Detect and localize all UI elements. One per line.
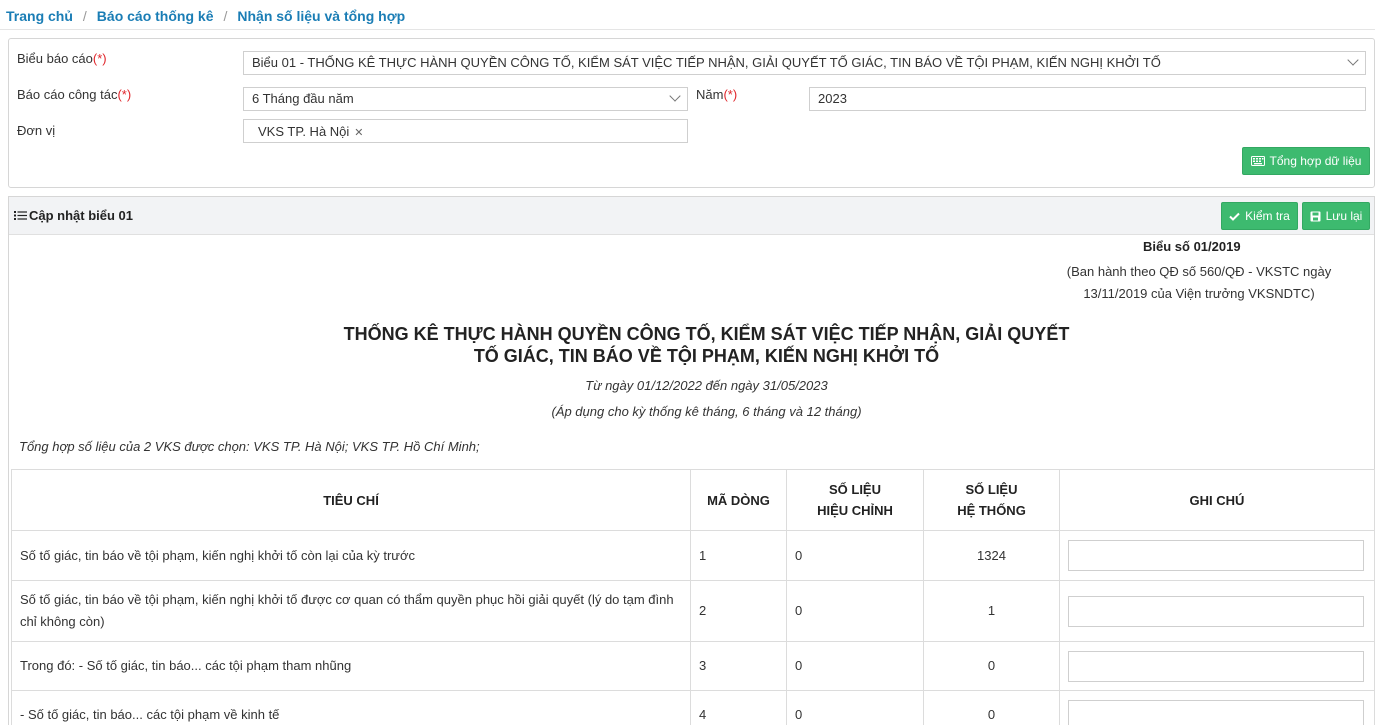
form-issued-line: 13/11/2019 của Viện trưởng VKSNDTC) (1083, 286, 1315, 301)
update-panel: Cập nhật biểu 01 Kiểm tra Lưu lại Biểu s… (8, 196, 1375, 725)
criteria-cell: - Số tố giác, tin báo... các tội phạm về… (11, 690, 691, 725)
table-row: Trong đó: - Số tố giác, tin báo... các t… (11, 641, 1375, 691)
table-header-row: TIÊU CHÍ MÃ DÒNG SỐ LIỆU HIỆU CHỈNH SỐ LI… (11, 469, 1375, 531)
report-form-label: Biểu báo cáo(*) (17, 51, 107, 66)
save-button-label: Lưu lại (1325, 209, 1363, 223)
system-value-cell: 1324 (923, 530, 1060, 581)
column-header-criteria: TIÊU CHÍ (11, 469, 691, 531)
system-value-cell: 0 (923, 690, 1060, 725)
required-mark: (*) (92, 51, 107, 66)
report-form-select[interactable]: Biểu 01 - THỐNG KÊ THỰC HÀNH QUYỀN CÔNG … (243, 51, 1366, 75)
system-value-cell: 1 (923, 580, 1060, 642)
note-input[interactable] (1068, 699, 1364, 725)
report-title-line: TỐ GIÁC, TIN BÁO VỀ TỘI PHẠM, KIẾN NGHỊ … (473, 346, 940, 366)
report-title-line: THỐNG KÊ THỰC HÀNH QUYỀN CÔNG TỐ, KIỂM S… (343, 324, 1070, 344)
save-icon (1310, 211, 1321, 221)
table-row: Số tố giác, tin báo về tội phạm, kiến ng… (11, 530, 1375, 581)
unit-tag: VKS TP. Hà Nội ✕ (248, 122, 368, 141)
note-cell (1059, 690, 1375, 725)
divider (0, 29, 1375, 30)
row-code-cell: 2 (690, 580, 787, 642)
aggregate-data-button-label: Tổng hợp dữ liệu (1269, 154, 1362, 168)
note-input[interactable] (1068, 595, 1364, 627)
breadcrumb-reports-link[interactable]: Báo cáo thống kê (97, 8, 214, 24)
report-summary: Tổng hợp số liệu của 2 VKS được chọn: VK… (19, 439, 480, 454)
chevron-down-icon (1347, 54, 1359, 66)
form-number: Biểu số 01/2019 (1143, 239, 1241, 254)
note-input[interactable] (1068, 540, 1364, 571)
save-button[interactable]: Lưu lại (1302, 202, 1370, 230)
row-code-cell: 1 (690, 530, 787, 581)
adjusted-value-cell[interactable]: 0 (786, 580, 924, 642)
breadcrumb-separator: / (223, 8, 228, 24)
period-select-value: 6 Tháng đầu năm (252, 91, 354, 106)
keyboard-icon (1250, 156, 1265, 166)
period-select[interactable]: 6 Tháng đầu năm (243, 87, 688, 111)
form-issued-note: (Ban hành theo QĐ số 560/QĐ - VKSTC ngày… (1039, 261, 1359, 305)
unit-tag-label: VKS TP. Hà Nội (258, 124, 350, 139)
chevron-down-icon (669, 90, 681, 102)
row-code-cell: 4 (690, 690, 787, 725)
required-mark: (*) (723, 87, 738, 102)
breadcrumb-separator: / (82, 8, 87, 24)
criteria-cell: Trong đó: - Số tố giác, tin báo... các t… (11, 641, 691, 691)
aggregate-data-button[interactable]: Tổng hợp dữ liệu (1242, 147, 1370, 175)
filter-panel: Biểu báo cáo(*) Biểu 01 - THỐNG KÊ THỰC … (8, 38, 1375, 188)
update-panel-title: Cập nhật biểu 01 (14, 208, 133, 223)
column-header-adjusted: SỐ LIỆU HIỆU CHỈNH (786, 469, 924, 531)
report-body: Biểu số 01/2019 (Ban hành theo QĐ số 560… (9, 235, 1375, 725)
update-panel-title-text: Cập nhật biểu 01 (29, 208, 134, 223)
note-cell (1059, 641, 1375, 691)
adjusted-value-cell[interactable]: 0 (786, 641, 924, 691)
column-header-row-code: MÃ DÒNG (690, 469, 787, 531)
year-input[interactable]: 2023 (809, 87, 1366, 111)
report-title: THỐNG KÊ THỰC HÀNH QUYỀN CÔNG TỐ, KIỂM S… (9, 323, 1374, 367)
report-form-label-text: Biểu báo cáo (17, 51, 93, 66)
year-label-text: Năm (696, 87, 724, 102)
adjusted-value-cell[interactable]: 0 (786, 690, 924, 725)
check-button[interactable]: Kiểm tra (1221, 202, 1298, 230)
period-label: Báo cáo công tác(*) (17, 87, 131, 102)
year-label: Năm(*) (696, 87, 737, 102)
report-apply-note: (Áp dụng cho kỳ thống kê tháng, 6 tháng … (551, 404, 862, 419)
note-input[interactable] (1068, 650, 1364, 682)
column-header-note: GHI CHÚ (1059, 469, 1375, 531)
update-panel-header: Cập nhật biểu 01 Kiểm tra Lưu lại (9, 197, 1374, 235)
column-header-adjusted-line: SỐ LIỆU (828, 482, 881, 497)
check-icon (1229, 212, 1240, 221)
column-header-system-line: HỆ THỐNG (957, 503, 1026, 518)
list-icon (14, 211, 27, 220)
table-row: Số tố giác, tin báo về tội phạm, kiến ng… (11, 580, 1375, 642)
unit-label: Đơn vị (17, 123, 56, 138)
period-label-text: Báo cáo công tác (17, 87, 118, 102)
note-cell (1059, 580, 1375, 642)
adjusted-value-cell[interactable]: 0 (786, 530, 924, 581)
breadcrumb: Trang chủ / Báo cáo thống kê / Nhận số l… (6, 6, 405, 26)
criteria-cell: Số tố giác, tin báo về tội phạm, kiến ng… (11, 530, 691, 581)
report-table: TIÊU CHÍ MÃ DÒNG SỐ LIỆU HIỆU CHỈNH SỐ LI… (11, 469, 1375, 725)
report-period: Từ ngày 01/12/2022 đến ngày 31/05/2023 (585, 378, 828, 393)
criteria-cell: Số tố giác, tin báo về tội phạm, kiến ng… (11, 580, 691, 642)
system-value-cell: 0 (923, 641, 1060, 691)
form-issued-line: (Ban hành theo QĐ số 560/QĐ - VKSTC ngày (1066, 264, 1332, 279)
breadcrumb-home-link[interactable]: Trang chủ (6, 8, 73, 24)
breadcrumb-current-link[interactable]: Nhận số liệu và tổng hợp (237, 8, 405, 24)
unit-multiselect[interactable]: VKS TP. Hà Nội ✕ (243, 119, 688, 143)
row-code-cell: 3 (690, 641, 787, 691)
column-header-adjusted-line: HIỆU CHỈNH (817, 503, 893, 518)
remove-tag-icon[interactable]: ✕ (354, 127, 363, 139)
report-form-select-value: Biểu 01 - THỐNG KÊ THỰC HÀNH QUYỀN CÔNG … (252, 55, 1161, 70)
note-cell (1059, 530, 1375, 581)
check-button-label: Kiểm tra (1245, 209, 1290, 223)
table-row: - Số tố giác, tin báo... các tội phạm về… (11, 690, 1375, 725)
required-mark: (*) (117, 87, 132, 102)
column-header-system-line: SỐ LIỆU (965, 482, 1018, 497)
column-header-system: SỐ LIỆU HỆ THỐNG (923, 469, 1060, 531)
